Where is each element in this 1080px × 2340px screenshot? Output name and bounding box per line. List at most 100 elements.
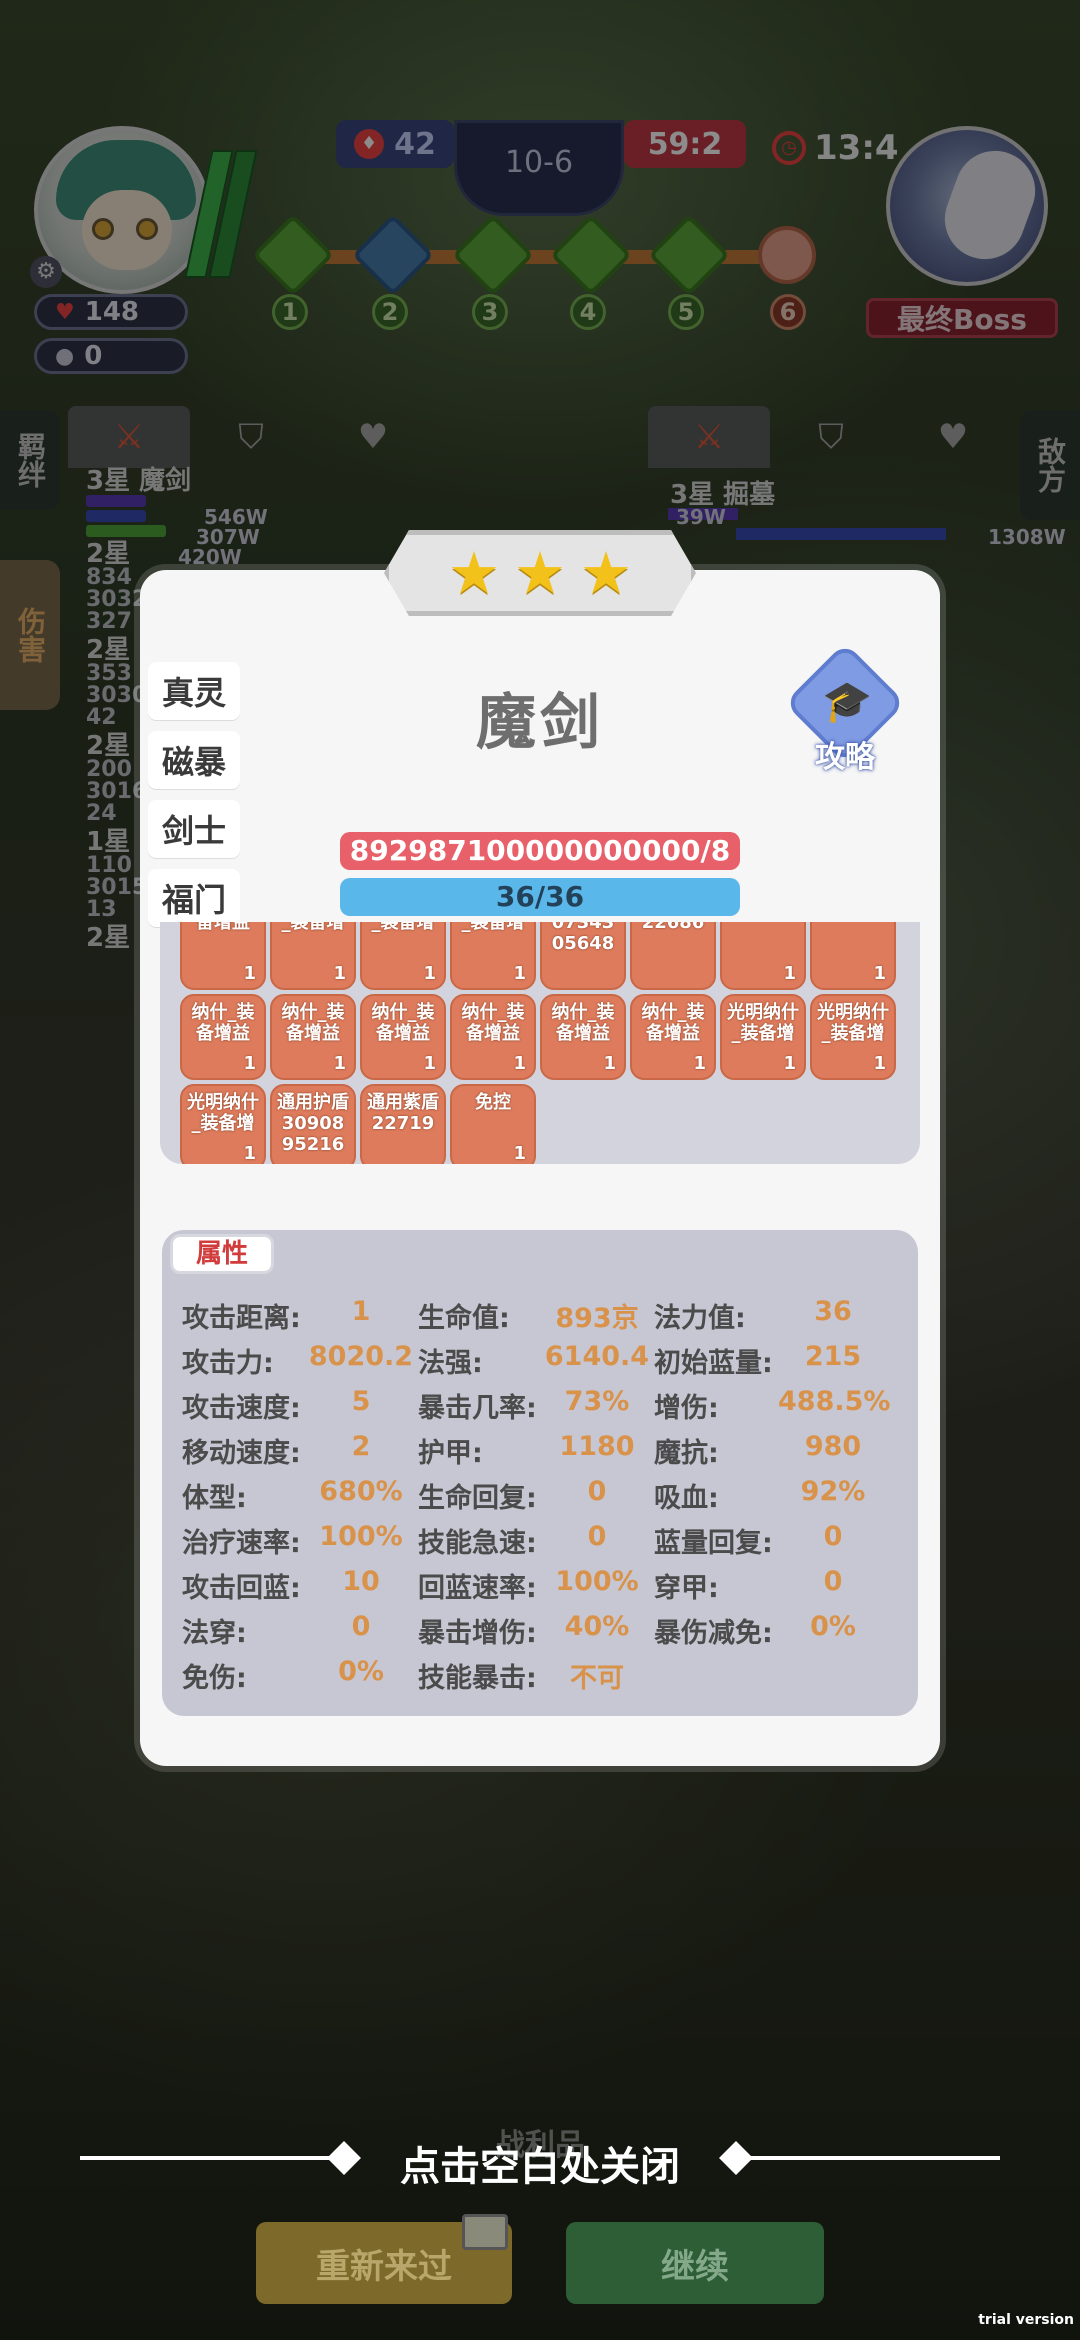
equipment-panel[interactable]: 备增益 1 _装备增 1 _装备增 1 _装备增 1 07343 05648 22686 1 1 纳什_… bbox=[160, 922, 920, 1164]
attribute-key: 攻击回蓝: bbox=[182, 1573, 301, 1604]
attribute-key: 护甲: bbox=[418, 1438, 483, 1469]
equipment-count: 1 bbox=[513, 1053, 526, 1074]
attribute-cell: 攻击力: 8020.2 bbox=[182, 1341, 418, 1380]
attribute-key: 初始蓝量: bbox=[654, 1348, 773, 1379]
trait-tab[interactable]: 剑士 bbox=[148, 800, 240, 858]
equipment-slot[interactable]: 通用紫盾 22719 bbox=[360, 1084, 446, 1164]
attribute-value: 40% bbox=[564, 1611, 630, 1642]
star-icon: ★ bbox=[580, 539, 632, 607]
attribute-key: 暴伤减免: bbox=[654, 1618, 773, 1649]
graduation-cap-icon: 🎓 bbox=[822, 679, 872, 725]
trait-tab[interactable]: 磁暴 bbox=[148, 731, 240, 789]
attribute-value: 680% bbox=[319, 1476, 403, 1507]
equipment-name: 免控 bbox=[475, 1092, 511, 1113]
attribute-cell: 法力值: 36 bbox=[654, 1296, 890, 1335]
attribute-key: 回蓝速率: bbox=[418, 1573, 537, 1604]
trait-tab[interactable]: 福门 bbox=[148, 869, 240, 927]
attribute-key: 免伤: bbox=[182, 1663, 247, 1694]
equipment-slot[interactable]: 1 bbox=[810, 922, 896, 990]
attribute-key: 生命值: bbox=[418, 1303, 510, 1334]
equipment-slot[interactable]: 免控 1 bbox=[450, 1084, 536, 1164]
guide-label: 攻略 bbox=[815, 740, 875, 775]
equipment-name: 光明纳什 _装备增 bbox=[727, 1002, 799, 1044]
equipment-slot[interactable]: 22686 bbox=[630, 922, 716, 990]
equipment-slot[interactable]: 07343 05648 bbox=[540, 922, 626, 990]
attribute-value: 980 bbox=[804, 1431, 862, 1462]
attribute-cell: 护甲: 1180 bbox=[418, 1431, 654, 1470]
equipment-slot[interactable]: 纳什_装 备增益 1 bbox=[450, 994, 536, 1080]
attribute-value: 6140.4 bbox=[544, 1341, 650, 1372]
continue-button[interactable]: 继续 bbox=[566, 2222, 824, 2304]
attribute-value: 100% bbox=[555, 1566, 639, 1597]
equipment-slot[interactable]: 备增益 1 bbox=[180, 922, 266, 990]
attribute-cell: 技能暴击: 不可 bbox=[418, 1656, 654, 1695]
attribute-value: 1 bbox=[351, 1296, 371, 1327]
equipment-count: 1 bbox=[783, 963, 796, 984]
equipment-slot[interactable]: 纳什_装 备增益 1 bbox=[270, 994, 356, 1080]
close-hint[interactable]: 点击空白处关闭 bbox=[0, 2134, 1080, 2192]
attribute-key: 移动速度: bbox=[182, 1438, 301, 1469]
equipment-name: _装备增 bbox=[281, 922, 345, 933]
equipment-slot[interactable]: 光明纳什 _装备增 1 bbox=[180, 1084, 266, 1164]
attribute-key: 穿甲: bbox=[654, 1573, 719, 1604]
equipment-count: 1 bbox=[243, 1143, 256, 1164]
attribute-row: 攻击距离: 1 生命值: 893京 法力值: 36 bbox=[182, 1296, 890, 1335]
guide-button[interactable]: 🎓 攻略 bbox=[784, 642, 906, 775]
equipment-name: 纳什_装 备增益 bbox=[191, 1002, 255, 1044]
equipment-count: 1 bbox=[513, 963, 526, 984]
attribute-value: 0 bbox=[587, 1521, 607, 1552]
equipment-slot[interactable]: _装备增 1 bbox=[270, 922, 356, 990]
attribute-cell: 体型: 680% bbox=[182, 1476, 418, 1515]
attribute-value: 100% bbox=[319, 1521, 403, 1552]
trial-watermark: trial version bbox=[978, 2312, 1074, 2328]
equipment-slot[interactable]: 1 bbox=[720, 922, 806, 990]
equipment-count: 1 bbox=[243, 1053, 256, 1074]
attribute-key: 法力值: bbox=[654, 1303, 746, 1334]
attribute-row: 攻击回蓝: 10 回蓝速率: 100% 穿甲: 0 bbox=[182, 1566, 890, 1605]
attribute-cell: 攻击速度: 5 bbox=[182, 1386, 418, 1425]
attribute-key: 暴击增伤: bbox=[418, 1618, 537, 1649]
attribute-value: 215 bbox=[804, 1341, 862, 1372]
attribute-key: 治疗速率: bbox=[182, 1528, 301, 1559]
attribute-value: 488.5% bbox=[778, 1386, 891, 1417]
attribute-key: 攻击距离: bbox=[182, 1303, 301, 1334]
equipment-slot[interactable]: _装备增 1 bbox=[450, 922, 536, 990]
experience-bar: 892987100000000000/8 bbox=[340, 832, 740, 870]
equipment-count: 1 bbox=[603, 1053, 616, 1074]
attribute-key: 法强: bbox=[418, 1348, 483, 1379]
retry-label: 重新来过 bbox=[316, 2246, 452, 2287]
equipment-count: 1 bbox=[423, 963, 436, 984]
trait-tab[interactable]: 真灵 bbox=[148, 662, 240, 720]
attribute-cell: 免伤: 0% bbox=[182, 1656, 418, 1695]
attribute-row: 法穿: 0 暴击增伤: 40% 暴伤减免: 0% bbox=[182, 1611, 890, 1650]
attribute-key: 体型: bbox=[182, 1483, 247, 1514]
attribute-panel: 属性 攻击距离: 1 生命值: 893京 法力值: 36 攻击力: 8020.2 法强: 6140… bbox=[162, 1230, 918, 1716]
attribute-value: 0 bbox=[351, 1611, 371, 1642]
attribute-value: 36 bbox=[814, 1296, 852, 1327]
equipment-slot[interactable]: 纳什_装 备增益 1 bbox=[540, 994, 626, 1080]
attribute-tag: 属性 bbox=[170, 1234, 274, 1274]
attribute-value: 0% bbox=[810, 1611, 856, 1642]
equipment-name: 备增益 bbox=[196, 922, 250, 933]
attribute-row: 免伤: 0% 技能暴击: 不可 bbox=[182, 1656, 654, 1695]
attribute-cell: 穿甲: 0 bbox=[654, 1566, 890, 1605]
attribute-row: 攻击力: 8020.2 法强: 6140.4 初始蓝量: 215 bbox=[182, 1341, 890, 1380]
equipment-name: _装备增 bbox=[461, 922, 525, 933]
equipment-slot[interactable]: 光明纳什 _装备增 1 bbox=[720, 994, 806, 1080]
attribute-value: 5 bbox=[351, 1386, 371, 1417]
equipment-slot[interactable]: 纳什_装 备增益 1 bbox=[360, 994, 446, 1080]
attribute-cell: 攻击距离: 1 bbox=[182, 1296, 418, 1335]
equipment-slot[interactable]: 光明纳什 _装备增 1 bbox=[810, 994, 896, 1080]
attribute-cell: 生命回复: 0 bbox=[418, 1476, 654, 1515]
equipment-name: 纳什_装 备增益 bbox=[551, 1002, 615, 1044]
equipment-slot[interactable]: 纳什_装 备增益 1 bbox=[630, 994, 716, 1080]
equipment-slot[interactable]: _装备增 1 bbox=[360, 922, 446, 990]
trait-tabs: 真灵 磁暴 剑士 福门 bbox=[148, 662, 240, 938]
equipment-slot[interactable]: 纳什_装 备增益 1 bbox=[180, 994, 266, 1080]
attribute-cell: 治疗速率: 100% bbox=[182, 1521, 418, 1560]
equipment-count: 1 bbox=[873, 963, 886, 984]
equipment-slot[interactable]: 通用护盾 30908 95216 bbox=[270, 1084, 356, 1164]
equipment-name: _装备增 bbox=[371, 922, 435, 933]
retry-button[interactable]: 重新来过 bbox=[256, 2214, 512, 2304]
attribute-value: 0% bbox=[338, 1656, 384, 1687]
